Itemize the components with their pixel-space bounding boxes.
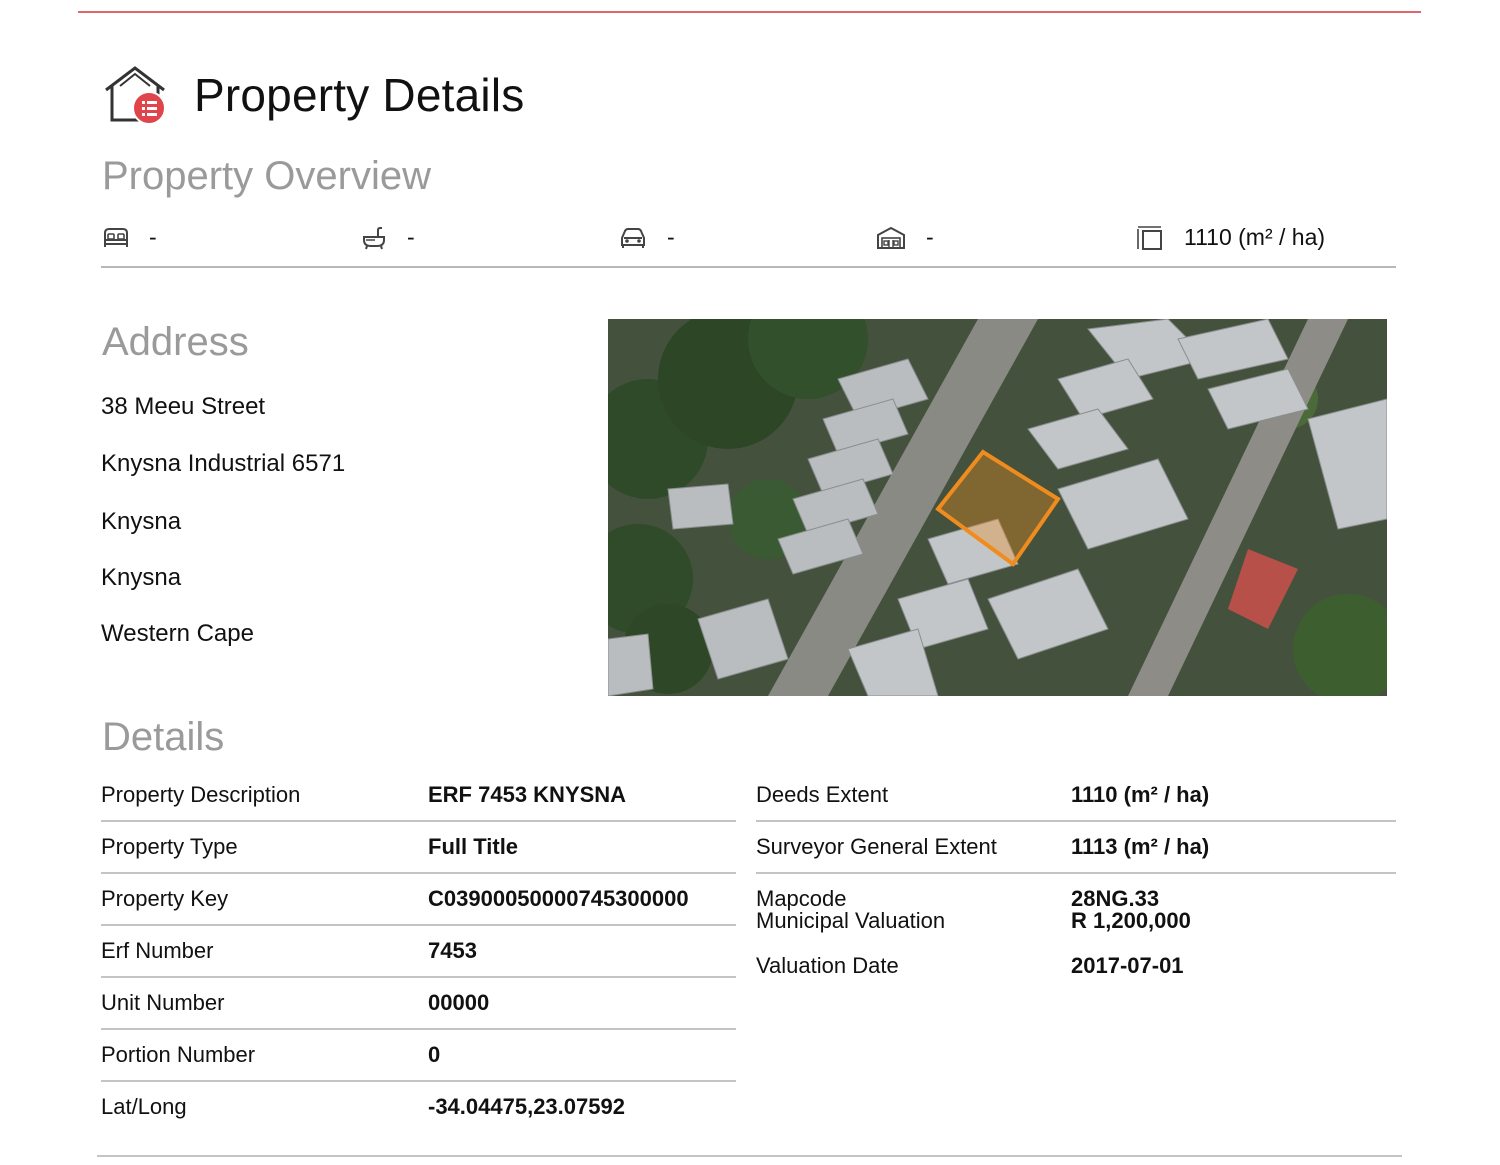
garage-icon (877, 226, 905, 249)
detail-row-portion-number: Portion Number 0 (101, 1030, 736, 1082)
car-icon (621, 227, 645, 248)
detail-row-deeds-extent: Deeds Extent 1110 (m² / ha) (756, 770, 1396, 822)
detail-row-municipal-valuation: Municipal Valuation R 1,200,000 (756, 908, 1191, 933)
page-title: Property Details (194, 69, 525, 121)
detail-row-property-key: Property Key C03900050000745300000 (101, 874, 736, 926)
house-list-icon (105, 66, 166, 125)
address-street: 38 Meeu Street (101, 393, 266, 420)
detail-row-property-type: Property Type Full Title (101, 822, 736, 874)
overview-bathrooms: - (361, 224, 415, 251)
detail-row-lat-long: Lat/Long -34.04475,23.07592 (101, 1094, 625, 1119)
detail-row-property-description: Property Description ERF 7453 KNYSNA (101, 770, 736, 822)
detail-row-unit-number: Unit Number 00000 (101, 978, 736, 1030)
address-municipality: Knysna (101, 564, 182, 591)
overview-floor-area: 1110 (m² / ha) (1136, 224, 1325, 251)
details-heading: Details (102, 715, 225, 759)
overview-bar: - - - - 1110 (m² / ha) (101, 220, 1396, 268)
detail-row-valuation-date: Valuation Date 2017-07-01 (756, 953, 1184, 978)
bed-icon (104, 227, 128, 247)
bath-icon (363, 226, 385, 249)
floor-area-icon (1137, 225, 1162, 250)
aerial-image (608, 319, 1387, 696)
overview-garages: - (876, 224, 934, 251)
details-left-column: Property Description ERF 7453 KNYSNA Pro… (101, 770, 736, 1132)
page-header: Property Details (102, 62, 524, 128)
detail-row-sg-extent: Surveyor General Extent 1113 (m² / ha) (756, 822, 1396, 874)
overview-parking: - (619, 224, 675, 251)
overview-heading: Property Overview (102, 154, 431, 198)
address-heading: Address (102, 320, 249, 364)
address-town: Knysna (101, 508, 182, 535)
satellite-map (608, 319, 1387, 696)
top-accent-rule (78, 11, 1421, 13)
detail-row-erf-number: Erf Number 7453 (101, 926, 736, 978)
address-suburb: Knysna Industrial 6571 (101, 450, 346, 477)
address-province: Western Cape (101, 620, 254, 647)
overview-bedrooms: - (103, 224, 157, 251)
details-right-column: Deeds Extent 1110 (m² / ha) Surveyor Gen… (756, 770, 1396, 1002)
detail-row-mapcode: Mapcode 28NG.33 (756, 886, 1160, 911)
bottom-rule (97, 1155, 1402, 1157)
